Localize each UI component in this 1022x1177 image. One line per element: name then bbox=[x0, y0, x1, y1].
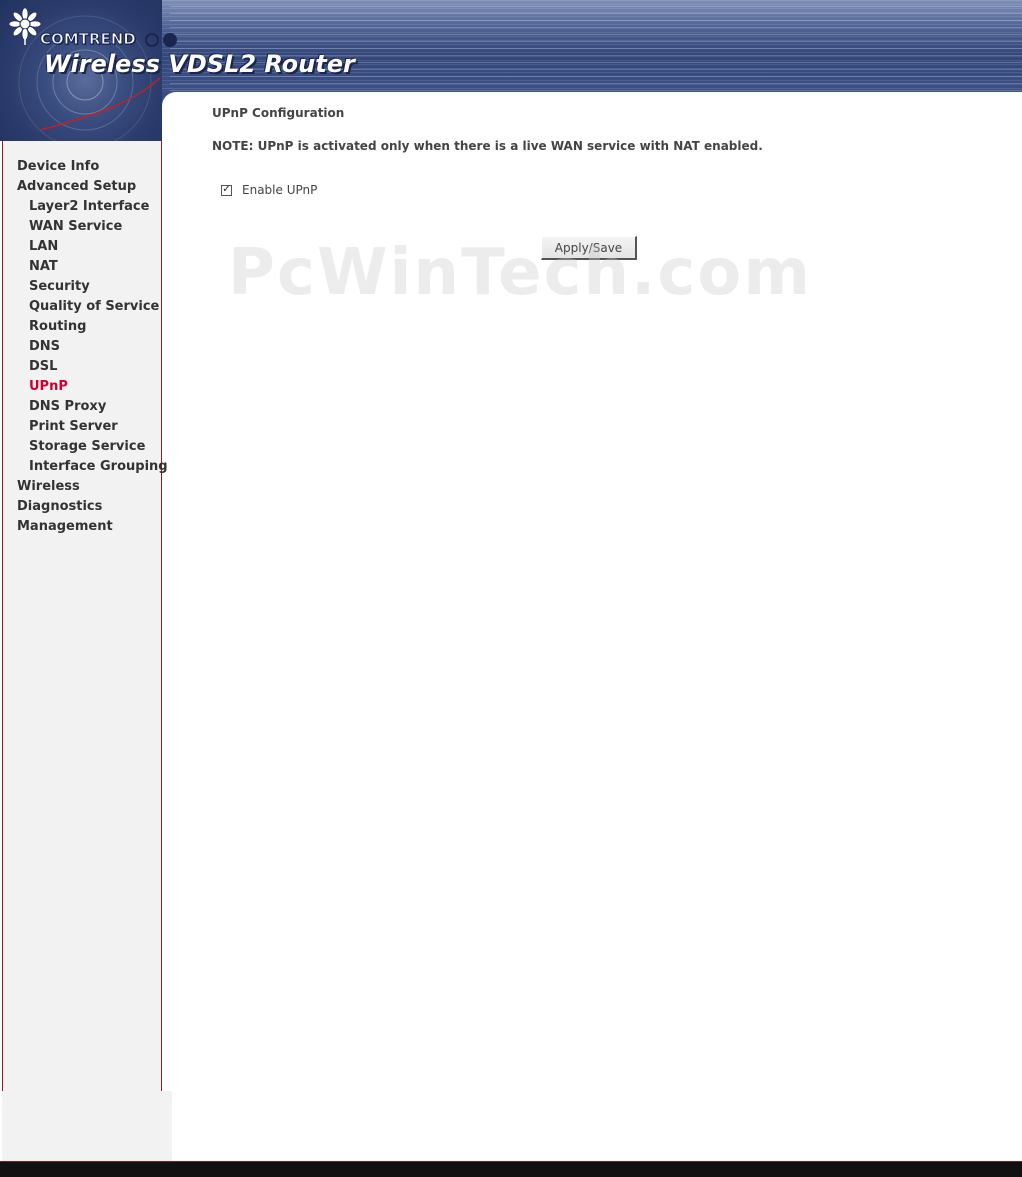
enable-upnp-row: ✓ Enable UPnP bbox=[221, 182, 317, 198]
apply-save-button[interactable]: Apply/Save bbox=[541, 236, 637, 260]
sidebar-item-device-info[interactable]: Device Info bbox=[3, 157, 161, 177]
sidebar-item-lan[interactable]: LAN bbox=[3, 237, 161, 257]
sidebar-item-interface-grouping[interactable]: Interface Grouping bbox=[3, 457, 168, 477]
sidebar-item-routing[interactable]: Routing bbox=[3, 317, 161, 337]
sidebar-item-dns[interactable]: DNS bbox=[3, 337, 161, 357]
sidebar-item-print-server[interactable]: Print Server bbox=[3, 417, 161, 437]
sidebar-item-layer2-interface[interactable]: Layer2 Interface bbox=[3, 197, 161, 217]
sidebar: Device Info Advanced Setup Layer2 Interfac… bbox=[2, 141, 168, 1091]
sidebar-item-wan-service[interactable]: WAN Service bbox=[3, 217, 161, 237]
enable-upnp-checkbox[interactable]: ✓ bbox=[221, 184, 232, 196]
sidebar-nav: Device Info Advanced Setup Layer2 Interfac… bbox=[3, 157, 168, 537]
upnp-note: NOTE: UPnP is activated only when there … bbox=[212, 139, 763, 153]
product-title: Wireless VDSL2 Router bbox=[44, 50, 355, 78]
watermark: PcWinTech.com bbox=[228, 236, 812, 310]
sidebar-item-advanced-setup[interactable]: Advanced Setup bbox=[3, 177, 161, 197]
bottom-bar bbox=[0, 1161, 1022, 1177]
brand-name: COMTREND bbox=[40, 30, 137, 49]
sidebar-item-storage-service[interactable]: Storage Service bbox=[3, 437, 161, 457]
enable-upnp-label: Enable UPnP bbox=[242, 183, 318, 197]
sidebar-item-nat[interactable]: NAT bbox=[3, 257, 161, 277]
sidebar-item-diagnostics[interactable]: Diagnostics bbox=[3, 497, 161, 517]
header-stripes bbox=[170, 0, 1022, 92]
sidebar-item-dsl[interactable]: DSL bbox=[3, 357, 161, 377]
sidebar-footer bbox=[2, 1091, 172, 1161]
sidebar-item-upnp[interactable]: UPnP bbox=[3, 377, 161, 397]
sidebar-item-security[interactable]: Security bbox=[3, 277, 161, 297]
sidebar-item-wireless[interactable]: Wireless bbox=[3, 477, 161, 497]
comtrend-flower-logo-icon bbox=[8, 7, 42, 45]
brand-dots-icon bbox=[145, 33, 177, 47]
sidebar-item-quality-of-service[interactable]: Quality of Service bbox=[3, 297, 161, 317]
page-title: UPnP Configuration bbox=[212, 106, 345, 120]
sidebar-item-dns-proxy[interactable]: DNS Proxy bbox=[3, 397, 161, 417]
sidebar-item-management[interactable]: Management bbox=[3, 517, 161, 537]
